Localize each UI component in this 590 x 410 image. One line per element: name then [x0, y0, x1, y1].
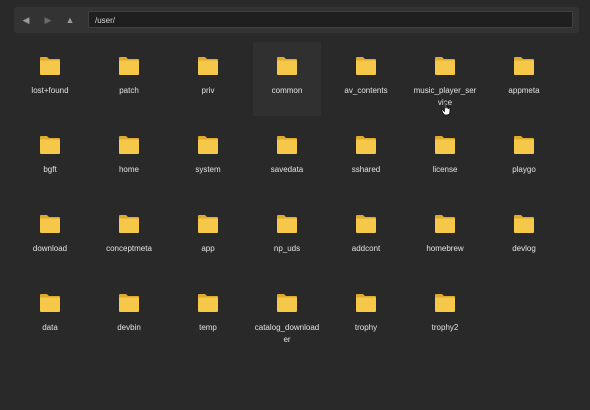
- folder-label: homebrew: [426, 244, 464, 253]
- folder-icon: [119, 57, 139, 75]
- folder-label: lost+found: [31, 86, 69, 95]
- folder-icon: [40, 57, 60, 75]
- folder-icon: [435, 57, 455, 75]
- folder-label: data: [42, 323, 58, 332]
- back-arrow-icon: ◀: [22, 14, 30, 25]
- folder-item[interactable]: system: [174, 121, 242, 195]
- folder-item[interactable]: playgo: [490, 121, 558, 195]
- folder-item[interactable]: homebrew: [411, 200, 479, 274]
- folder-label: av_contents: [344, 86, 388, 95]
- folder-label: devbin: [117, 323, 141, 332]
- folder-icon: [198, 215, 218, 233]
- folder-label: bgft: [43, 165, 57, 174]
- folder-item[interactable]: conceptmeta: [95, 200, 163, 274]
- folder-label: conceptmeta: [106, 244, 152, 253]
- folder-label: system: [195, 165, 221, 174]
- folder-icon: [356, 57, 376, 75]
- folder-item[interactable]: bgft: [16, 121, 84, 195]
- folder-label: common: [271, 86, 303, 95]
- folder-icon: [356, 294, 376, 312]
- folder-label: home: [118, 165, 139, 174]
- folder-item[interactable]: np_uds: [253, 200, 321, 274]
- forward-arrow-icon: ▶: [44, 14, 52, 25]
- folder-icon: [514, 215, 534, 233]
- folder-label: devlog: [512, 244, 536, 253]
- folder-label: temp: [199, 323, 217, 332]
- folder-item[interactable]: app: [174, 200, 242, 274]
- folder-item[interactable]: av_contents: [332, 42, 400, 116]
- folder-label: priv: [201, 86, 215, 95]
- folder-item[interactable]: savedata: [253, 121, 321, 195]
- folder-label: playgo: [512, 165, 536, 174]
- folder-icon: [514, 136, 534, 154]
- folder-item[interactable]: download: [16, 200, 84, 274]
- folder-item[interactable]: priv: [174, 42, 242, 116]
- folder-icon: [514, 57, 534, 75]
- folder-icon: [198, 57, 218, 75]
- folder-item[interactable]: devlog: [490, 200, 558, 274]
- folder-item[interactable]: common: [253, 42, 321, 116]
- folder-label: appmeta: [508, 86, 540, 95]
- hand-pointer-icon: [441, 102, 451, 116]
- folder-label: download: [32, 244, 68, 253]
- folder-item[interactable]: appmeta: [490, 42, 558, 116]
- folder-label: addcont: [351, 244, 381, 253]
- folder-label: sshared: [351, 165, 381, 174]
- folder-label: np_uds: [273, 244, 301, 253]
- folder-item[interactable]: data: [16, 279, 84, 353]
- folder-label: patch: [119, 86, 139, 95]
- path-field[interactable]: /user/: [88, 11, 573, 28]
- folder-icon: [119, 294, 139, 312]
- folder-icon: [277, 136, 297, 154]
- folder-item[interactable]: lost+found: [16, 42, 84, 116]
- folder-item[interactable]: catalog_downloader: [253, 279, 321, 353]
- folder-icon: [356, 215, 376, 233]
- up-button[interactable]: ▲: [60, 10, 80, 30]
- folder-item[interactable]: home: [95, 121, 163, 195]
- folder-item[interactable]: addcont: [332, 200, 400, 274]
- folder-item[interactable]: trophy: [332, 279, 400, 353]
- navigation-bar: ◀ ▶ ▲ /user/: [14, 7, 579, 33]
- folder-icon: [435, 215, 455, 233]
- folder-item[interactable]: sshared: [332, 121, 400, 195]
- folder-item[interactable]: devbin: [95, 279, 163, 353]
- folder-label: app: [201, 244, 215, 253]
- folder-item[interactable]: temp: [174, 279, 242, 353]
- folder-icon: [356, 136, 376, 154]
- folder-label: license: [432, 165, 458, 174]
- forward-button[interactable]: ▶: [38, 10, 58, 30]
- folder-icon: [40, 294, 60, 312]
- folder-icon: [40, 136, 60, 154]
- folder-icon: [119, 136, 139, 154]
- folder-icon: [198, 136, 218, 154]
- back-button[interactable]: ◀: [16, 10, 36, 30]
- folder-icon: [277, 215, 297, 233]
- folder-icon: [277, 57, 297, 75]
- folder-icon: [198, 294, 218, 312]
- up-arrow-icon: ▲: [65, 15, 75, 25]
- folder-label: savedata: [270, 165, 304, 174]
- folder-icon: [277, 294, 297, 312]
- folder-label: catalog_downloader: [254, 323, 320, 344]
- folder-icon: [119, 215, 139, 233]
- folder-icon: [435, 294, 455, 312]
- folder-label: trophy: [354, 323, 378, 332]
- folder-grid: lost+found patch priv common av_contents musi…: [16, 42, 569, 358]
- folder-item[interactable]: trophy2: [411, 279, 479, 353]
- folder-icon: [435, 136, 455, 154]
- folder-icon: [40, 215, 60, 233]
- folder-label: trophy2: [431, 323, 459, 332]
- folder-item[interactable]: patch: [95, 42, 163, 116]
- folder-item[interactable]: license: [411, 121, 479, 195]
